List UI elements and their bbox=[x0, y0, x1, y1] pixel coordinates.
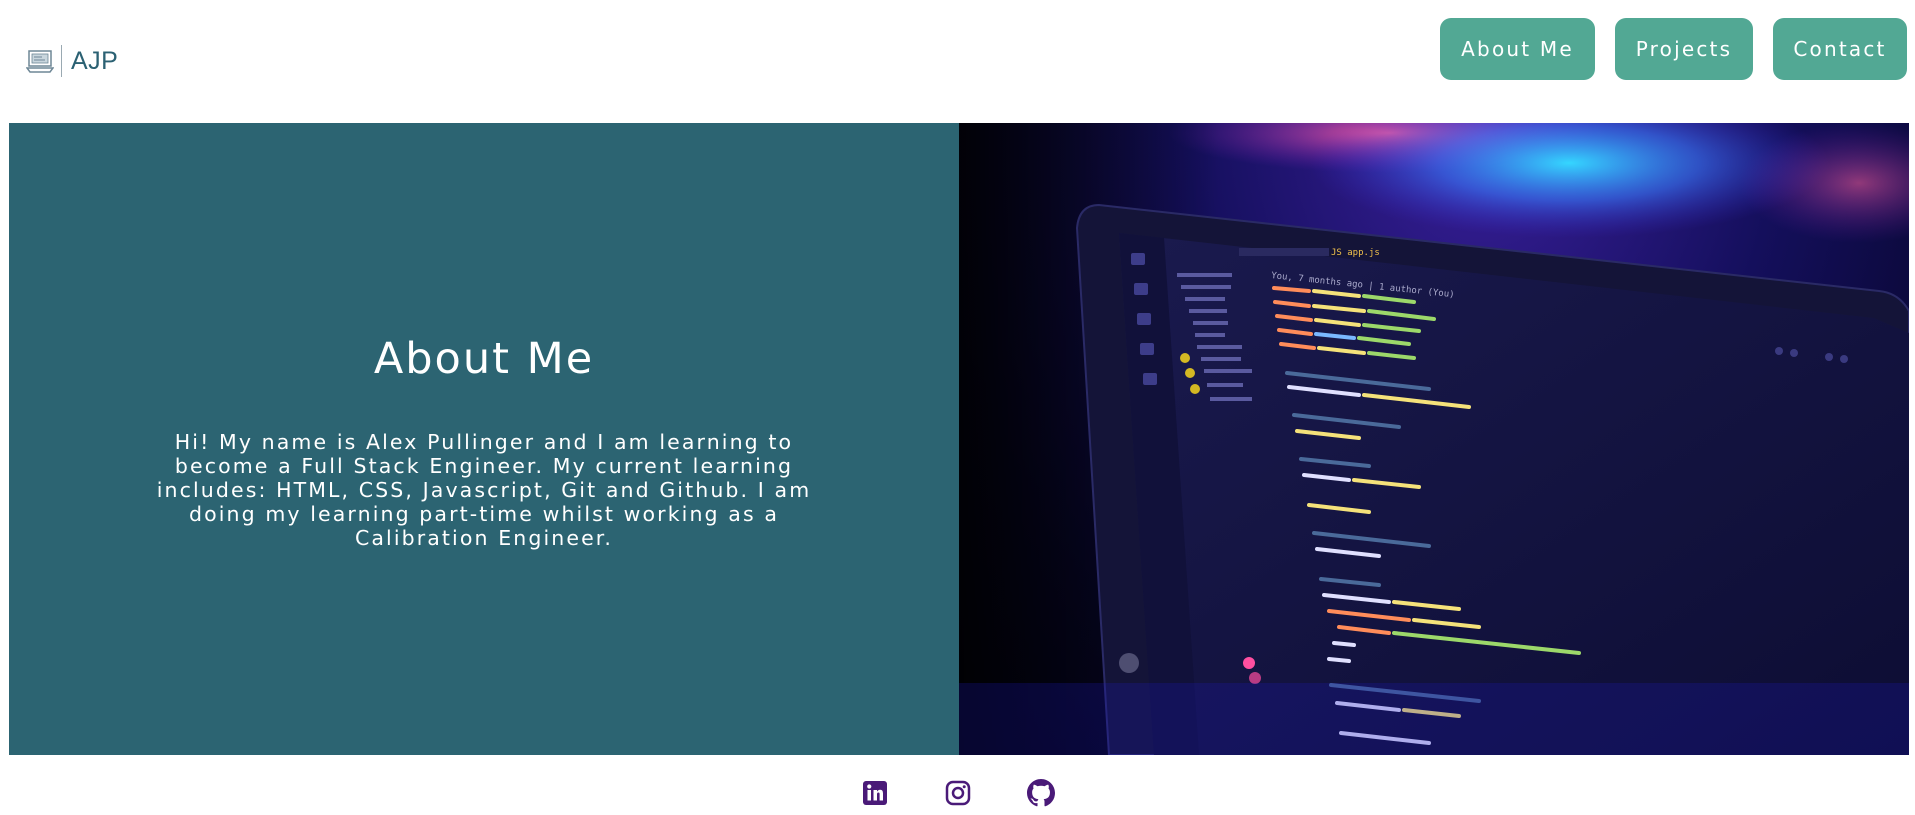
laptop-code-photo: JS app.js You, 7 months ago | 1 author (… bbox=[959, 123, 1909, 755]
linkedin-link[interactable] bbox=[861, 779, 889, 807]
svg-text:JS app.js: JS app.js bbox=[1331, 248, 1380, 258]
main-nav: About Me Projects Contact bbox=[1440, 18, 1907, 80]
laptop-logo-icon bbox=[26, 50, 54, 73]
about-panel: About Me Hi! My name is Alex Pullinger a… bbox=[9, 123, 959, 755]
about-title: About Me bbox=[373, 334, 595, 384]
instagram-icon bbox=[945, 780, 971, 806]
nav-projects-button[interactable]: Projects bbox=[1615, 18, 1753, 80]
github-icon bbox=[1027, 779, 1055, 807]
home-link[interactable]: AJP bbox=[26, 44, 118, 78]
nav-about-button[interactable]: About Me bbox=[1440, 18, 1595, 80]
site-header: AJP About Me Projects Contact bbox=[0, 0, 1915, 122]
instagram-link[interactable] bbox=[944, 779, 972, 807]
about-text: Hi! My name is Alex Pullinger and I am l… bbox=[156, 430, 812, 550]
github-link[interactable] bbox=[1027, 779, 1055, 807]
linkedin-icon bbox=[863, 781, 887, 805]
logo-divider bbox=[61, 45, 62, 77]
hero-section: About Me Hi! My name is Alex Pullinger a… bbox=[9, 123, 1909, 755]
laptop-code-illustration: JS app.js You, 7 months ago | 1 author (… bbox=[959, 123, 1909, 755]
brand-name: AJP bbox=[71, 46, 119, 75]
site-footer bbox=[0, 755, 1915, 815]
nav-contact-button[interactable]: Contact bbox=[1773, 18, 1907, 80]
